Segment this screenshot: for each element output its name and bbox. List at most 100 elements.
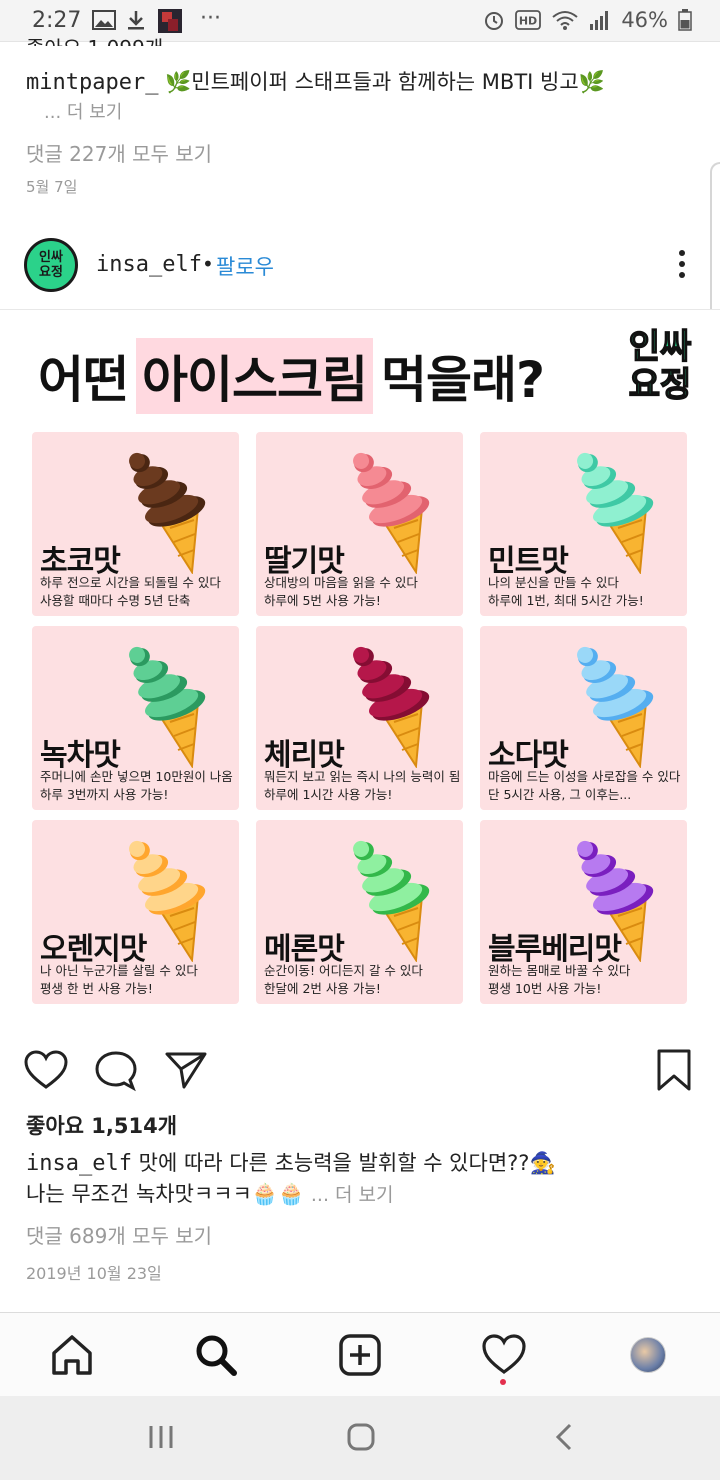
previous-username[interactable]: mintpaper_ [26,70,158,95]
flavor-description: 상대방의 마음을 읽을 수 있다하루에 5번 사용 가능! [264,574,418,610]
image-title: 어떤 아이스크림 먹을래? [38,338,545,414]
back-icon[interactable] [550,1422,580,1452]
activity-heart-icon[interactable] [480,1331,528,1379]
flavor-card: 민트맛 나의 분신을 만들 수 있다 하루에 1번, 최대 5시간 가능! [480,432,687,616]
svg-text:HD: HD [519,15,537,28]
post-avatar[interactable]: 인싸 요정 [24,238,78,292]
app-thumbnail-icon [158,9,182,33]
flavor-description: 하루 전으로 시간을 되돌릴 수 있다사용할 때마다 수명 5년 단축 [40,574,221,610]
flavor-description-line-1: 나 아닌 누군가를 살릴 수 있다 [40,963,198,978]
flavor-description-line-1: 하루 전으로 시간을 되돌릴 수 있다 [40,575,221,590]
hd-icon: HD [515,10,542,30]
more-options-icon[interactable] [678,250,686,282]
flavor-description-line-2: 사용할 때마다 수명 5년 단축 [40,593,191,608]
post-image[interactable]: 어떤 아이스크림 먹을래? 인싸 요정 초코맛 하루 전으로 시간을 되돌릴 수 있… [0,310,720,1026]
previous-view-comments[interactable]: 댓글 227개 모두 보기 [26,138,212,167]
battery-percent: 46% [621,8,668,32]
flavor-description-line-2: 평생 10번 사용 가능! [488,981,602,996]
follow-button[interactable]: 팔로우 [216,251,274,281]
view-all-comments[interactable]: 댓글 689개 모두 보기 [26,1220,212,1249]
flavor-description-line-1: 상대방의 마음을 읽을 수 있다 [264,575,418,590]
post-actions [0,1040,720,1104]
flavor-card: 메론맛 순간이동! 어디든지 갈 수 있다 한달에 2번 사용 가능! [256,820,463,1004]
previous-likes-count: 좋아요 1,099개 [26,32,163,46]
post-username[interactable]: insa_elf [96,252,202,277]
status-time: 2:27 [32,8,82,33]
flavor-description-line-2: 단 5시간 사용, 그 이후는... [488,787,632,802]
image-title-highlight: 아이스크림 [136,338,373,414]
flavor-description-line-1: 뭐든지 보고 읽는 즉시 나의 능력이 됨 [264,769,461,784]
flavor-description: 나 아닌 누군가를 살릴 수 있다평생 한 번 사용 가능! [40,962,198,998]
image-title-post: 먹을래? [381,351,545,409]
home-icon[interactable] [48,1331,96,1379]
post-header: 인싸 요정 insa_elf • 팔로우 [0,226,720,310]
previous-caption: mintpaper_ 🌿민트페이퍼 스태프들과 함께하는 MBTI 빙고🌿 [26,66,605,96]
flavor-grid: 초코맛 하루 전으로 시간을 되돌릴 수 있다 사용할 때마다 수명 5년 단축 딸기… [32,432,688,1004]
previous-caption-text: 🌿민트페이퍼 스태프들과 함께하는 MBTI 빙고🌿 [165,70,605,94]
bottom-nav [0,1312,720,1396]
flavor-description: 순간이동! 어디든지 갈 수 있다한달에 2번 사용 가능! [264,962,423,998]
flavor-card: 체리맛 뭐든지 보고 읽는 즉시 나의 능력이 됨 하루에 1시간 사용 가능! [256,626,463,810]
ice-cream-cone-icon [353,452,430,574]
caption-more-link[interactable]: ... 더 보기 [311,1184,394,1206]
caption-line-2: 나는 무조건 녹차맛ㅋㅋㅋ🧁🧁 [26,1182,305,1206]
flavor-description-line-1: 나의 분신을 만들 수 있다 [488,575,619,590]
flavor-description-line-2: 하루에 1시간 사용 가능! [264,787,393,802]
flavor-description-line-2: 평생 한 번 사용 가능! [40,981,153,996]
ice-cream-cone-icon [353,646,430,768]
system-nav-bar [0,1396,720,1480]
profile-avatar[interactable] [630,1337,666,1373]
notification-dot [500,1379,506,1385]
flavor-card: 블루베리맛 원하는 몸매로 바꿀 수 있다 평생 10번 사용 가능! [480,820,687,1004]
battery-icon [678,9,692,31]
flavor-card: 오렌지맛 나 아닌 누군가를 살릴 수 있다 평생 한 번 사용 가능! [32,820,239,1004]
home-button-icon[interactable] [346,1422,376,1452]
likes-count[interactable]: 좋아요 1,514개 [26,1110,177,1140]
ice-cream-cone-icon [577,646,654,768]
flavor-description-line-2: 하루에 5번 사용 가능! [264,593,381,608]
previous-post: 좋아요 1,099개 mintpaper_ 🌿민트페이퍼 스태프들과 함께하는 … [0,36,720,226]
post-caption: insa_elf 맛에 따라 다른 초능력을 발휘할 수 있다면??🧙 나는 무… [26,1148,556,1210]
flavor-description-line-2: 하루에 1번, 최대 5시간 가능! [488,593,644,608]
flavor-description-line-2: 하루 3번까지 사용 가능! [40,787,169,802]
flavor-description-line-1: 주머니에 손만 넣으면 10만원이 나옴 [40,769,233,784]
more-dots-icon: ··· [200,6,221,31]
ice-cream-cone-icon [129,646,206,768]
previous-post-date: 5월 7일 [26,178,78,196]
flavor-card: 초코맛 하루 전으로 시간을 되돌릴 수 있다 사용할 때마다 수명 5년 단축 [32,432,239,616]
flavor-description: 마음에 드는 이성을 사로잡을 수 있다단 5시간 사용, 그 이후는... [488,768,680,804]
flavor-description-line-1: 마음에 드는 이성을 사로잡을 수 있다 [488,769,681,784]
wifi-icon [552,11,578,30]
flavor-description-line-1: 순간이동! 어디든지 갈 수 있다 [264,963,423,978]
flavor-description: 원하는 몸매로 바꿀 수 있다평생 10번 사용 가능! [488,962,630,998]
flavor-description-line-1: 원하는 몸매로 바꿀 수 있다 [488,963,631,978]
caption-username[interactable]: insa_elf [26,1151,132,1176]
ice-cream-cone-icon [129,452,206,574]
download-icon [128,11,144,30]
brand-logo: 인싸 요정 [628,327,692,405]
search-icon[interactable] [192,1331,240,1379]
like-heart-icon[interactable] [24,1050,68,1090]
flavor-description: 뭐든지 보고 읽는 즉시 나의 능력이 됨하루에 1시간 사용 가능! [264,768,460,804]
flavor-description-line-2: 한달에 2번 사용 가능! [264,981,381,996]
recent-apps-icon[interactable] [146,1422,176,1452]
ice-cream-cone-icon [577,452,654,574]
image-icon [92,10,116,30]
comment-icon[interactable] [94,1050,138,1092]
flavor-description: 나의 분신을 만들 수 있다하루에 1번, 최대 5시간 가능! [488,574,644,610]
signal-icon [590,11,609,30]
post-date: 2019년 10월 23일 [26,1264,162,1283]
ice-cream-cone-icon [353,840,430,962]
dot-separator: • [202,252,214,276]
flavor-description: 주머니에 손만 넣으면 10만원이 나옴하루 3번까지 사용 가능! [40,768,233,804]
bookmark-icon[interactable] [656,1048,692,1092]
alarm-icon [485,12,504,30]
previous-more-link[interactable]: ... 더 보기 [44,98,122,124]
new-post-icon[interactable] [336,1331,384,1379]
share-send-icon[interactable] [164,1050,208,1090]
flavor-card: 소다맛 마음에 드는 이성을 사로잡을 수 있다 단 5시간 사용, 그 이후는..… [480,626,687,810]
image-title-pre: 어떤 [38,351,129,409]
flavor-card: 딸기맛 상대방의 마음을 읽을 수 있다 하루에 5번 사용 가능! [256,432,463,616]
caption-line-1: 맛에 따라 다른 초능력을 발휘할 수 있다면??🧙 [138,1151,556,1175]
flavor-card: 녹차맛 주머니에 손만 넣으면 10만원이 나옴 하루 3번까지 사용 가능! [32,626,239,810]
